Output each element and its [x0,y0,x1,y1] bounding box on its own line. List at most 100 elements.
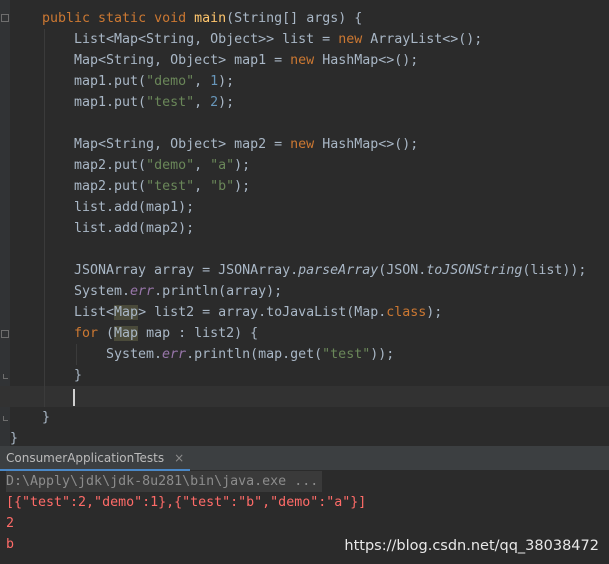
code-token: Map<String, Object> map1 = [74,53,291,68]
code-token: HashMap<>(); [322,137,419,152]
code-line[interactable]: map2.put("demo", "a"); [0,155,609,176]
code-token: , [194,95,211,110]
code-token: } [42,410,51,425]
code-text: map1.put("demo", 1); [74,71,234,92]
code-token: 1 [210,74,219,89]
code-token: list.add(map1); [74,200,195,215]
indent-guide [44,281,45,302]
code-line[interactable] [0,239,609,260]
code-text: list.add(map1); [74,197,194,218]
code-text: System.err.println(array); [74,281,282,302]
code-text: Map<String, Object> map1 = new HashMap<>… [74,50,418,71]
code-token: "test" [322,347,371,362]
indent-guide [44,92,45,113]
indent-guide [44,260,45,281]
code-text: map2.put("demo", "a"); [74,155,250,176]
indent-guide [44,176,45,197]
run-tab-bar: ConsumerApplicationTests × [0,447,609,471]
indent-guide [76,344,77,365]
code-text: List<Map<String, Object>> list = new Arr… [74,29,482,50]
code-token: ); [218,95,235,110]
indent-guide [44,239,45,260]
indent-guide [44,113,45,134]
code-line[interactable]: map1.put("demo", 1); [0,71,609,92]
code-token: err [130,284,155,299]
code-line[interactable]: map1.put("test", 2); [0,92,609,113]
code-line[interactable]: for (Map map : list2) { [0,323,609,344]
text-caret [73,389,75,406]
code-line[interactable]: JSONArray array = JSONArray.parseArray(J… [0,260,609,281]
code-token: new [338,32,371,47]
code-line[interactable]: Map<String, Object> map2 = new HashMap<>… [0,134,609,155]
code-token: (list)); [522,263,587,278]
code-line[interactable]: System.err.println(map.get("test")); [0,344,609,365]
code-line[interactable]: map2.put("test", "b"); [0,176,609,197]
code-token: list.add(map2); [74,221,195,236]
indent-guide [44,344,45,365]
run-tab[interactable]: ConsumerApplicationTests × [0,447,191,471]
code-line[interactable]: System.err.println(array); [0,281,609,302]
code-line[interactable] [0,113,609,134]
code-token: err [162,347,187,362]
code-line[interactable]: Map<String, Object> map1 = new HashMap<>… [0,50,609,71]
code-token: Map [114,326,139,341]
code-line[interactable]: public static void main(String[] args) { [0,8,609,29]
code-text: List<Map> list2 = array.toJavaList(Map.c… [74,302,442,323]
code-token: JSONArray array = JSONArray. [74,263,299,278]
code-token: System. [74,284,131,299]
code-token: map2.put( [74,158,147,173]
code-text: map1.put("test", 2); [74,92,234,113]
code-line[interactable]: List<Map<String, Object>> list = new Arr… [0,29,609,50]
code-token: (String[] args) { [226,11,363,26]
code-token: "a" [210,158,235,173]
code-token: for [74,326,107,341]
code-line[interactable]: } [0,365,609,386]
indent-guide [44,155,45,176]
code-token: map : list2) { [138,326,259,341]
code-token: (JSON. [378,263,427,278]
code-token: 2 [210,95,219,110]
code-token: List<Map<String, Object>> list = [74,32,339,47]
code-text: System.err.println(map.get("test")); [106,344,394,365]
code-text: JSONArray array = JSONArray.parseArray(J… [74,260,586,281]
code-line[interactable]: List<Map> list2 = array.toJavaList(Map.c… [0,302,609,323]
code-line[interactable]: } [0,407,609,428]
code-text: map2.put("test", "b"); [74,176,250,197]
code-token: new [290,137,323,152]
code-token: map1.put( [74,74,147,89]
code-line[interactable]: list.add(map1); [0,197,609,218]
watermark: https://blog.csdn.net/qq_38038472 [344,538,599,554]
code-token: , [194,179,211,194]
code-token: ); [218,74,235,89]
code-token: )); [370,347,395,362]
code-token: new [290,53,323,68]
console-output-line: 2 [6,516,15,531]
indent-guide [44,134,45,155]
indent-guide [44,386,45,407]
code-token: List< [74,305,115,320]
indent-guide [44,50,45,71]
code-token: Map [114,305,139,320]
code-token: ); [234,179,251,194]
code-token: HashMap<>(); [322,53,419,68]
console-output-line: [{"test":2,"demo":1},{"test":"b","demo":… [6,495,367,510]
code-text: } [74,365,82,386]
code-token: ); [234,158,251,173]
run-panel: ConsumerApplicationTests × D:\Apply\jdk\… [0,446,609,564]
code-token: ); [426,305,443,320]
code-token: .println(array); [154,284,283,299]
code-token: map1.put( [74,95,147,110]
indent-guide [44,218,45,239]
code-token: public static void [42,11,195,26]
run-tab-label: ConsumerApplicationTests [6,451,165,465]
code-token: "test" [146,95,195,110]
code-line[interactable]: list.add(map2); [0,218,609,239]
code-text: Map<String, Object> map2 = new HashMap<>… [74,134,418,155]
code-editor[interactable]: public static void main(String[] args) {… [0,0,609,446]
console-command-line: D:\Apply\jdk\jdk-8u281\bin\java.exe ... [0,471,609,492]
code-lines[interactable]: public static void main(String[] args) {… [0,8,609,449]
code-line[interactable] [0,386,609,407]
close-icon[interactable]: × [174,451,184,465]
indent-guide [44,365,45,386]
code-token: Map<String, Object> map2 = [74,137,291,152]
